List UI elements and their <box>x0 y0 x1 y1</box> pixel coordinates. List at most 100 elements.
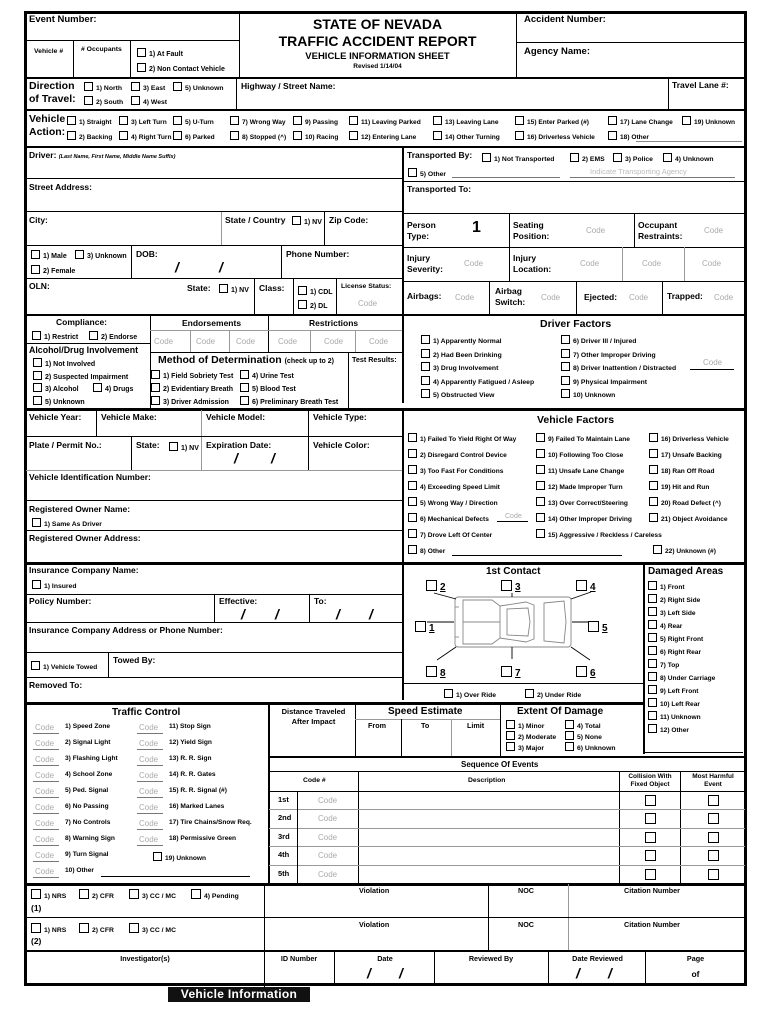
driver-factor-checkbox[interactable]: 10) Unknown <box>561 389 615 400</box>
over-ride-checkbox[interactable]: 1) Over Ride <box>444 689 496 700</box>
vehicle-factor-checkbox[interactable]: 8) Other <box>408 545 445 556</box>
damaged-area-checkbox[interactable]: 10) Left Rear <box>648 698 700 709</box>
vehicle-factor-checkbox[interactable]: 16) Driverless Vehicle <box>649 433 729 444</box>
traffic-control-code[interactable]: Code <box>35 819 54 828</box>
license-status-code[interactable]: Code <box>358 299 377 308</box>
cc-mc-1-checkbox[interactable]: 3) CC / MC <box>129 889 176 901</box>
damaged-area-checkbox[interactable]: 5) Right Front <box>648 633 703 644</box>
traffic-control-code[interactable]: Code <box>139 771 158 780</box>
trapped-code[interactable]: Code <box>714 293 733 302</box>
vehicle-towed-checkbox[interactable]: 1) Vehicle Towed <box>31 661 97 672</box>
direction-east-checkbox[interactable]: 3) East <box>131 82 165 93</box>
driver-factor-checkbox[interactable]: 3) Drug Involvement <box>421 362 498 373</box>
alcohol-checkbox[interactable]: 3) Alcohol <box>33 383 79 393</box>
sequence-code[interactable]: Code <box>318 851 337 860</box>
police-checkbox[interactable]: 3) Police <box>613 153 653 164</box>
damage-major-checkbox[interactable]: 3) Major <box>506 742 544 753</box>
direction-north-checkbox[interactable]: 1) North <box>84 82 122 93</box>
suspected-impairment-checkbox[interactable]: 2) Suspected Impairment <box>33 371 128 381</box>
traffic-control-code[interactable]: Code <box>139 755 158 764</box>
endorse-checkbox[interactable]: 2) Endorse <box>89 331 137 341</box>
airbag-switch-code[interactable]: Code <box>541 293 560 302</box>
contact-point-8-checkbox[interactable]: 8 <box>426 666 446 679</box>
vehicle-action-checkbox[interactable]: 17) Lane Change <box>608 116 673 127</box>
other-line[interactable] <box>636 141 742 142</box>
insured-checkbox[interactable]: 1) Insured <box>32 580 76 591</box>
vehicle-action-checkbox[interactable]: 1) Straight <box>67 116 112 127</box>
vehicle-action-checkbox[interactable]: 5) U-Turn <box>173 116 214 127</box>
vehicle-action-checkbox[interactable]: 9) Passing <box>293 116 338 127</box>
highway-label[interactable]: Highway / Street Name: <box>241 81 335 91</box>
vehicle-factor-checkbox[interactable]: 19) Hit and Run <box>649 481 709 492</box>
restriction-code-2[interactable]: Code <box>324 337 343 346</box>
collision-fixed-object-checkbox[interactable] <box>645 831 656 843</box>
damage-moderate-checkbox[interactable]: 2) Moderate <box>506 731 556 742</box>
vehicle-action-checkbox[interactable]: 18) Other <box>608 131 649 142</box>
damaged-area-checkbox[interactable]: 12) Other <box>648 724 689 735</box>
damaged-area-checkbox[interactable]: 9) Left Front <box>648 685 698 696</box>
traffic-control-code[interactable]: Code <box>35 723 54 732</box>
sex-female-checkbox[interactable]: 2) Female <box>31 265 75 275</box>
sequence-code[interactable]: Code <box>318 814 337 823</box>
driver-factor-checkbox[interactable]: 2) Had Been Drinking <box>421 348 502 360</box>
dl-checkbox[interactable]: 2) DL <box>298 300 328 310</box>
vehicle-action-checkbox[interactable]: 14) Other Turning <box>433 131 500 142</box>
contact-point-3-checkbox[interactable]: 3 <box>501 580 521 593</box>
cfr-2-checkbox[interactable]: 2) CFR <box>79 923 114 935</box>
seating-position-code[interactable]: Code <box>586 226 605 235</box>
contact-point-2-checkbox[interactable]: 2 <box>426 580 446 593</box>
at-fault-checkbox[interactable]: 1) At Fault <box>137 48 183 58</box>
traffic-control-code[interactable]: Code <box>35 787 54 796</box>
cc-mc-2-checkbox[interactable]: 3) CC / MC <box>129 923 176 935</box>
vehicle-factor-checkbox[interactable]: 18) Ran Off Road <box>649 465 715 476</box>
most-harmful-event-checkbox[interactable] <box>708 850 719 862</box>
oln-nv-checkbox[interactable]: 1) NV <box>219 284 249 294</box>
field-sobriety-checkbox[interactable]: 1) Field Sobriety Test <box>151 370 233 380</box>
vehicle-action-checkbox[interactable]: 12) Entering Lane <box>349 131 416 142</box>
vehicle-factor-checkbox[interactable]: 2) Disregard Control Device <box>408 449 507 460</box>
driver-factor-checkbox[interactable]: 6) Driver Ill / Injured <box>561 335 636 346</box>
alcohol-unknown-checkbox[interactable]: 5) Unknown <box>33 396 85 406</box>
damage-unknown-checkbox[interactable]: 6) Unknown <box>565 742 616 753</box>
driver-label[interactable]: Driver: (Last Name, First Name, Middle N… <box>29 150 175 160</box>
preliminary-breath-checkbox[interactable]: 6) Preliminary Breath Test <box>240 396 338 406</box>
sequence-code[interactable]: Code <box>318 870 337 879</box>
vehicle-factor-checkbox[interactable]: 7) Drove Left Of Center <box>408 529 492 540</box>
injury-location-code-3[interactable]: Code <box>702 259 721 268</box>
traffic-control-code[interactable]: Code <box>35 739 54 748</box>
vehicle-factor-other-line[interactable] <box>452 555 622 556</box>
vehicle-action-checkbox[interactable]: 16) Driverless Vehicle <box>515 131 595 142</box>
vehicle-factor-checkbox[interactable]: 1) Failed To Yield Right Of Way <box>408 433 516 444</box>
damaged-area-checkbox[interactable]: 11) Unknown <box>648 711 701 722</box>
injury-location-code[interactable]: Code <box>580 259 599 268</box>
damaged-area-checkbox[interactable]: 3) Left Side <box>648 607 696 618</box>
ejected-code[interactable]: Code <box>629 293 648 302</box>
vehicle-action-checkbox[interactable]: 8) Stopped (^) <box>230 131 286 142</box>
not-transported-checkbox[interactable]: 1) Not Transported <box>482 153 554 164</box>
endorsement-code-3[interactable]: Code <box>236 337 255 346</box>
vehicle-factor-checkbox[interactable]: 14) Other Improper Driving <box>536 513 632 524</box>
traffic-control-unknown-checkbox[interactable]: 19) Unknown <box>153 852 206 863</box>
vehicle-factor-checkbox[interactable]: 15) Aggressive / Reckless / Careless <box>536 529 662 540</box>
contact-point-5-checkbox[interactable]: 5 <box>588 621 608 634</box>
unknown-transport-checkbox[interactable]: 4) Unknown <box>663 153 714 164</box>
urine-test-checkbox[interactable]: 4) Urine Test <box>240 370 294 380</box>
vehicle-factor-checkbox[interactable]: 5) Wrong Way / Direction <box>408 497 498 508</box>
damage-total-checkbox[interactable]: 4) Total <box>565 720 601 731</box>
cdl-checkbox[interactable]: 1) CDL <box>298 286 333 296</box>
direction-west-checkbox[interactable]: 4) West <box>131 96 167 107</box>
vehicle-factor-checkbox[interactable]: 3) Too Fast For Conditions <box>408 465 503 476</box>
sequence-code[interactable]: Code <box>318 833 337 842</box>
damaged-area-checkbox[interactable]: 8) Under Carriage <box>648 672 715 683</box>
vehicle-factor-checkbox[interactable]: 9) Failed To Maintain Lane <box>536 433 630 444</box>
traffic-control-code[interactable]: Code <box>139 723 158 732</box>
most-harmful-event-checkbox[interactable] <box>708 813 719 825</box>
under-ride-checkbox[interactable]: 2) Under Ride <box>525 689 581 700</box>
driver-factor-checkbox[interactable]: 5) Obstructed View <box>421 389 494 400</box>
sequence-code[interactable]: Code <box>318 796 337 805</box>
most-harmful-event-checkbox[interactable] <box>708 831 719 843</box>
damage-none-checkbox[interactable]: 5) None <box>565 731 602 742</box>
traffic-control-other-line[interactable] <box>101 876 250 877</box>
vehicle-action-checkbox[interactable]: 10) Racing <box>293 131 338 142</box>
collision-fixed-object-checkbox[interactable] <box>645 813 656 825</box>
